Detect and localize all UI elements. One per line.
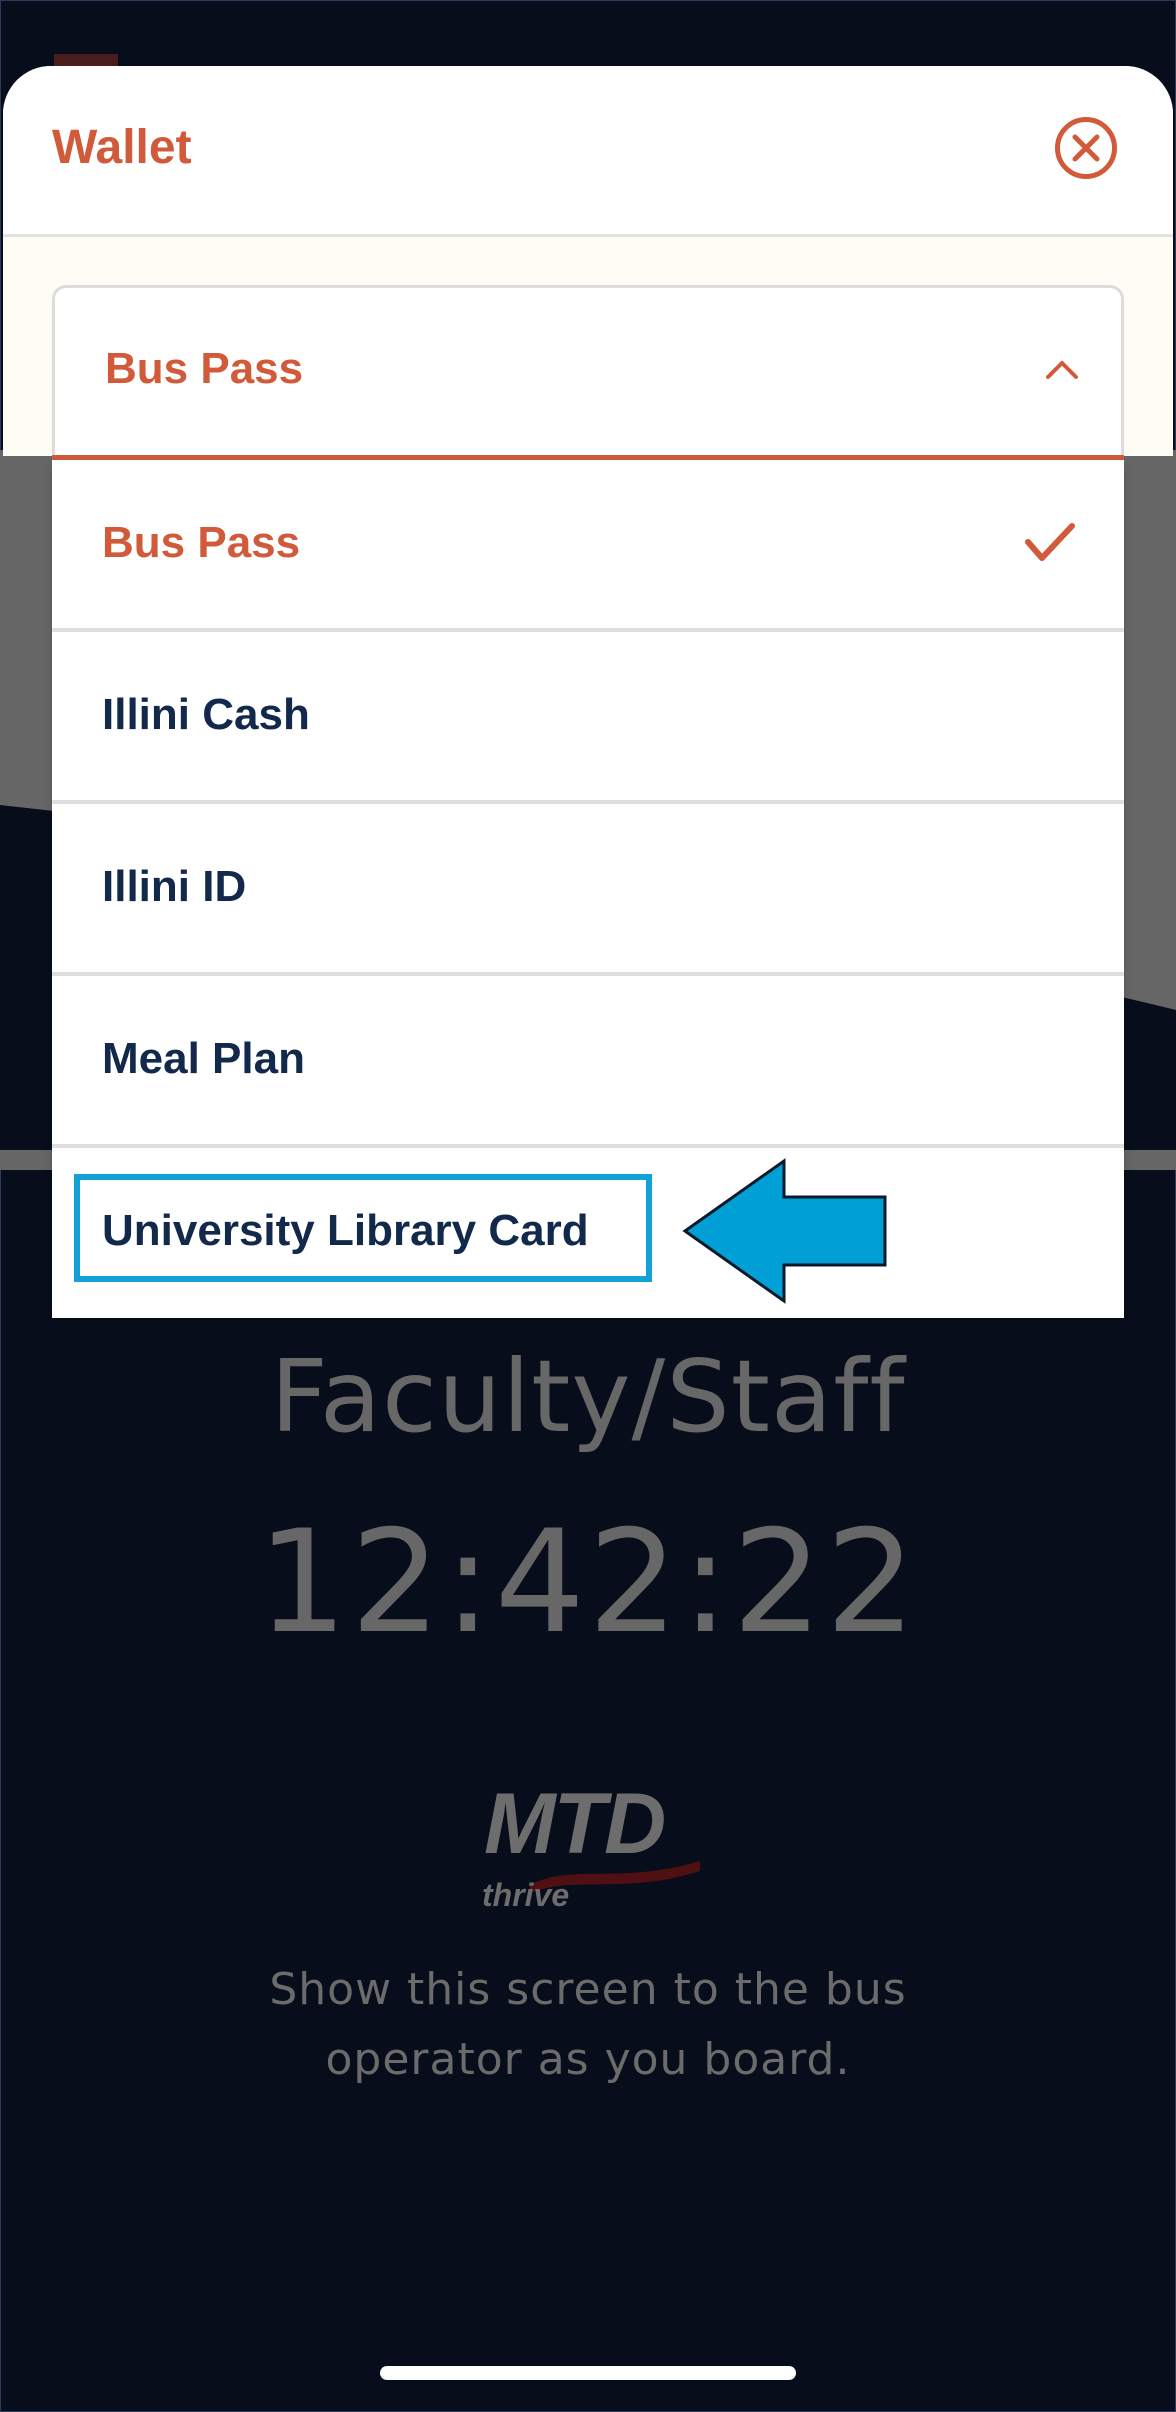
home-indicator[interactable] <box>380 2366 796 2380</box>
select-value: Bus Pass <box>105 344 304 393</box>
mtd-logo: MTD thrive <box>470 1775 710 1915</box>
instructions-text: Show this screen to the bus operator as … <box>0 1955 1176 2095</box>
annotation-highlight-box <box>74 1174 652 1282</box>
sheet-title: Wallet <box>52 121 192 174</box>
option-illini-cash[interactable]: Illini Cash <box>52 632 1124 804</box>
option-label: Illini ID <box>102 862 247 911</box>
option-bus-pass[interactable]: Bus Pass <box>52 460 1124 632</box>
close-circle-icon <box>1072 134 1100 162</box>
option-meal-plan[interactable]: Meal Plan <box>52 976 1124 1148</box>
option-label: Meal Plan <box>102 1034 305 1083</box>
checkmark-icon <box>1025 523 1075 561</box>
chevron-up-icon <box>1046 361 1078 379</box>
option-label: Illini Cash <box>102 690 310 739</box>
instructions-line-2: operator as you board. <box>325 2034 851 2085</box>
wallet-select[interactable]: Bus Pass <box>52 285 1124 455</box>
option-illini-id[interactable]: Illini ID <box>52 804 1124 976</box>
sheet-header: Wallet <box>3 66 1173 237</box>
left-arrow-icon <box>682 1158 887 1304</box>
pass-type-label: Faculty/Staff <box>270 1338 906 1455</box>
logo-sub-text: thrive <box>482 1877 570 1913</box>
close-button[interactable] <box>1055 117 1117 179</box>
option-label: Bus Pass <box>102 518 301 567</box>
pass-time-clock: 12:42:22 <box>257 1500 919 1665</box>
instructions-line-1: Show this screen to the bus <box>269 1964 907 2015</box>
